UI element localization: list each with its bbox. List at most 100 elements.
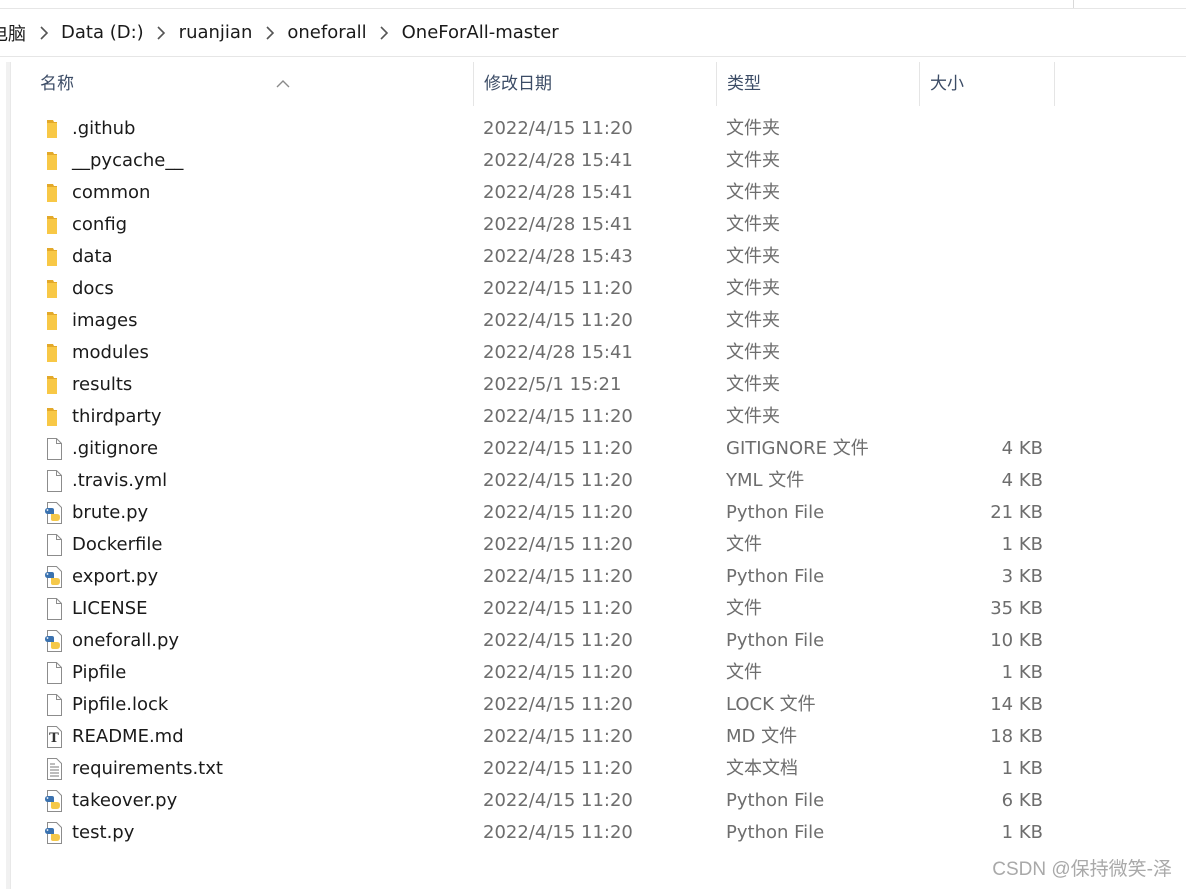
file-type: 文件夹 (726, 310, 780, 331)
file-name: thirdparty (72, 406, 162, 427)
file-name: modules (72, 342, 149, 363)
column-header-name[interactable]: 名称 (30, 62, 474, 106)
file-modified-date: 2022/4/15 11:20 (483, 310, 633, 331)
file-name: requirements.txt (72, 758, 223, 779)
file-row[interactable]: export.py 2022/4/15 11:20 Python File 3 KB (0, 561, 1186, 593)
file-size: 1 KB (1001, 534, 1043, 555)
file-row[interactable]: __pycache__ 2022/4/28 15:41 文件夹 (0, 145, 1186, 177)
folder-icon (42, 245, 66, 269)
file-size: 1 KB (1001, 758, 1043, 779)
file-modified-date: 2022/4/15 11:20 (483, 694, 633, 715)
file-type: Python File (726, 630, 825, 651)
breadcrumb-item-oneforall-master[interactable]: OneForAll-master (400, 20, 561, 45)
ribbon-divider (1073, 0, 1074, 8)
python-file-icon (42, 629, 66, 653)
file-size: 35 KB (990, 598, 1043, 619)
breadcrumb-item-ruanjian[interactable]: ruanjian (177, 20, 255, 45)
file-modified-date: 2022/4/15 11:20 (483, 726, 633, 747)
file-modified-date: 2022/4/28 15:43 (483, 246, 633, 267)
file-modified-date: 2022/4/15 11:20 (483, 598, 633, 619)
blank-file-icon (42, 533, 66, 557)
file-type: Python File (726, 566, 825, 587)
file-type: MD 文件 (726, 726, 798, 747)
file-modified-date: 2022/4/15 11:20 (483, 822, 633, 843)
column-header-size[interactable]: 大小 (919, 62, 1055, 106)
file-row[interactable]: takeover.py 2022/4/15 11:20 Python File 6 K… (0, 785, 1186, 817)
file-modified-date: 2022/4/15 11:20 (483, 438, 633, 459)
file-name: .gitignore (72, 438, 159, 459)
file-size: 3 KB (1001, 566, 1043, 587)
chevron-right-icon[interactable] (369, 22, 400, 43)
file-row[interactable]: images 2022/4/15 11:20 文件夹 (0, 305, 1186, 337)
file-row[interactable]: modules 2022/4/28 15:41 文件夹 (0, 337, 1186, 369)
file-modified-date: 2022/4/15 11:20 (483, 790, 633, 811)
file-type: 文本文档 (726, 758, 798, 779)
chevron-right-icon[interactable] (146, 22, 177, 43)
file-type: Python File (726, 822, 825, 843)
file-modified-date: 2022/4/28 15:41 (483, 150, 633, 171)
file-row[interactable]: oneforall.py 2022/4/15 11:20 Python File 10… (0, 625, 1186, 657)
watermark: CSDN @保持微笑-泽 (992, 859, 1172, 880)
folder-icon (42, 213, 66, 237)
python-file-icon (42, 821, 66, 845)
file-type: 文件夹 (726, 246, 780, 267)
file-row[interactable]: brute.py 2022/4/15 11:20 Python File 21 KB (0, 497, 1186, 529)
breadcrumb-item-oneforall[interactable]: oneforall (285, 20, 368, 45)
file-name: Dockerfile (72, 534, 163, 555)
file-row[interactable]: Dockerfile 2022/4/15 11:20 文件 1 KB (0, 529, 1186, 561)
file-name: Pipfile.lock (72, 694, 169, 715)
file-type: 文件夹 (726, 374, 780, 395)
chevron-right-icon[interactable] (28, 22, 59, 43)
file-type: 文件夹 (726, 182, 780, 203)
file-size: 14 KB (990, 694, 1043, 715)
file-row[interactable]: Pipfile 2022/4/15 11:20 文件 1 KB (0, 657, 1186, 689)
file-name: brute.py (72, 502, 149, 523)
file-size: 18 KB (990, 726, 1043, 747)
file-row[interactable]: .gitignore 2022/4/15 11:20 GITIGNORE 文件 4 K… (0, 433, 1186, 465)
file-name: .travis.yml (72, 470, 168, 491)
file-name: README.md (72, 726, 184, 747)
file-type: 文件夹 (726, 150, 780, 171)
file-row[interactable]: thirdparty 2022/4/15 11:20 文件夹 (0, 401, 1186, 433)
file-row[interactable]: data 2022/4/28 15:43 文件夹 (0, 241, 1186, 273)
file-row[interactable]: results 2022/5/1 15:21 文件夹 (0, 369, 1186, 401)
file-name: .github (72, 118, 136, 139)
folder-icon (42, 373, 66, 397)
file-modified-date: 2022/4/28 15:41 (483, 214, 633, 235)
file-row[interactable]: .travis.yml 2022/4/15 11:20 YML 文件 4 KB (0, 465, 1186, 497)
address-bar[interactable]: 电脑 Data (D:) ruanjian oneforall OneForAl… (0, 9, 1186, 57)
file-row[interactable]: LICENSE 2022/4/15 11:20 文件 35 KB (0, 593, 1186, 625)
chevron-right-icon[interactable] (254, 22, 285, 43)
column-header-size-label: 大小 (930, 74, 964, 94)
file-name: results (72, 374, 133, 395)
file-modified-date: 2022/4/28 15:41 (483, 342, 633, 363)
file-name: data (72, 246, 113, 267)
file-modified-date: 2022/4/15 11:20 (483, 278, 633, 299)
folder-icon (42, 277, 66, 301)
file-type: GITIGNORE 文件 (726, 438, 869, 459)
file-row[interactable]: config 2022/4/28 15:41 文件夹 (0, 209, 1186, 241)
folder-icon (42, 405, 66, 429)
python-file-icon (42, 789, 66, 813)
sort-ascending-icon (276, 62, 290, 106)
column-header-type[interactable]: 类型 (716, 62, 920, 106)
ribbon-edge (0, 0, 1186, 9)
file-name: common (72, 182, 151, 203)
file-modified-date: 2022/4/15 11:20 (483, 118, 633, 139)
file-size: 1 KB (1001, 822, 1043, 843)
file-row[interactable]: Pipfile.lock 2022/4/15 11:20 LOCK 文件 14 KB (0, 689, 1186, 721)
file-row[interactable]: .github 2022/4/15 11:20 文件夹 (0, 113, 1186, 145)
file-row[interactable]: docs 2022/4/15 11:20 文件夹 (0, 273, 1186, 305)
file-list: .github 2022/4/15 11:20 文件夹 __pycache__ 2022… (0, 113, 1186, 849)
file-type: 文件夹 (726, 342, 780, 363)
breadcrumb-item-this-pc[interactable]: 电脑 (0, 18, 28, 48)
column-header-date[interactable]: 修改日期 (473, 62, 717, 106)
file-row[interactable]: common 2022/4/28 15:41 文件夹 (0, 177, 1186, 209)
file-row[interactable]: test.py 2022/4/15 11:20 Python File 1 KB (0, 817, 1186, 849)
breadcrumb-item-drive-d[interactable]: Data (D:) (59, 20, 146, 45)
file-name: Pipfile (72, 662, 127, 683)
file-row[interactable]: T README.md 2022/4/15 11:20 MD 文件 18 KB (0, 721, 1186, 753)
file-modified-date: 2022/4/28 15:41 (483, 182, 633, 203)
file-row[interactable]: requirements.txt 2022/4/15 11:20 文本文档 1 KB (0, 753, 1186, 785)
file-size: 1 KB (1001, 662, 1043, 683)
